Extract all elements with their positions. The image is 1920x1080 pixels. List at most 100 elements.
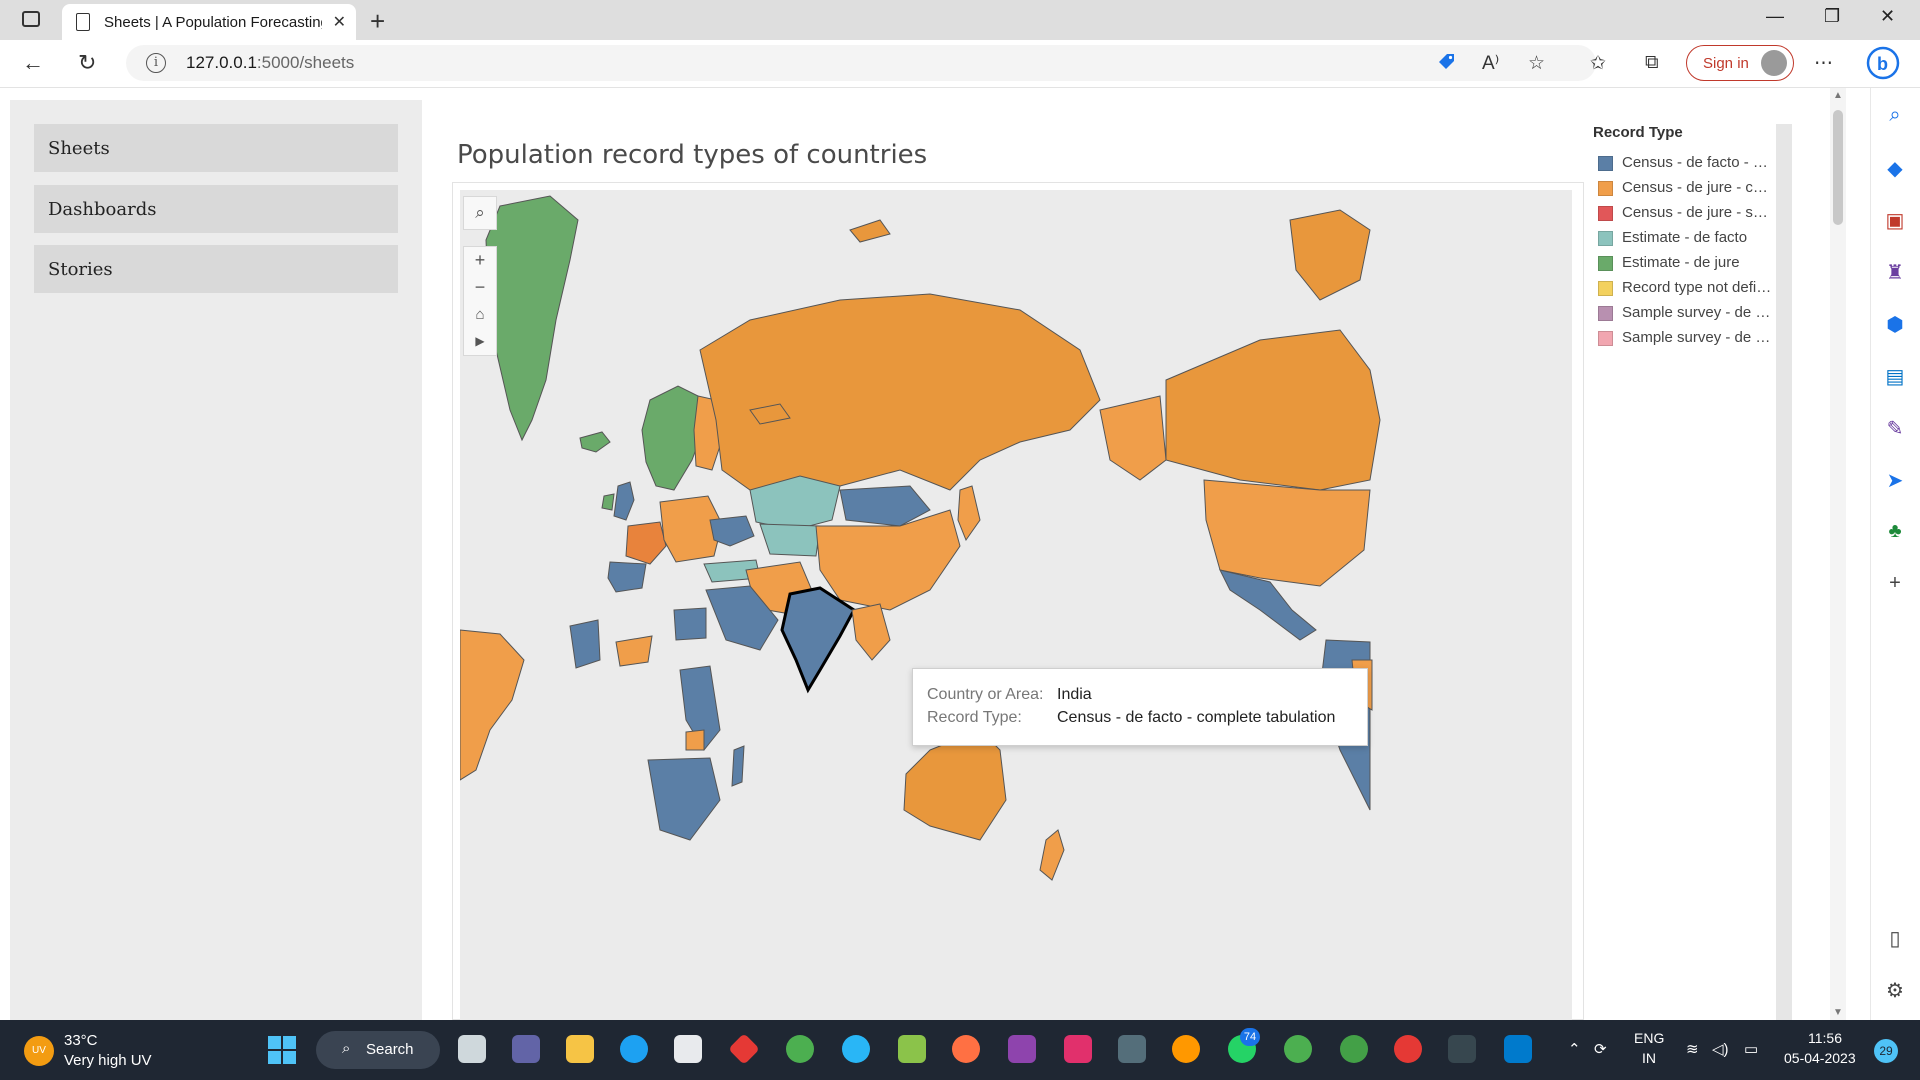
edge-icon[interactable] <box>620 1035 648 1063</box>
expand-toolbar-icon[interactable]: ▶ <box>464 328 496 355</box>
task-view-icon[interactable] <box>458 1035 486 1063</box>
notification-badge[interactable]: 29 <box>1874 1039 1898 1063</box>
chrome-profile-3-icon[interactable] <box>1394 1035 1422 1063</box>
close-window-icon[interactable]: ✕ <box>1880 6 1895 27</box>
favorites-icon[interactable]: ✩ <box>1590 52 1606 75</box>
more-menu-icon[interactable]: ⋯ <box>1814 52 1833 75</box>
games-icon[interactable]: ♜ <box>1873 260 1917 285</box>
nav-stories-button[interactable]: Stories <box>34 245 398 293</box>
clock-time[interactable]: 11:56 <box>1808 1030 1842 1046</box>
taskbar-search[interactable]: ⌕ Search <box>316 1031 440 1069</box>
battery-icon[interactable]: ▭ <box>1744 1040 1758 1058</box>
blender-icon[interactable] <box>952 1035 980 1063</box>
bing-chat-icon[interactable]: b <box>1866 46 1900 80</box>
restore-icon[interactable]: ❐ <box>1824 6 1840 27</box>
legend-label: Census - de facto - co... <box>1622 154 1772 171</box>
country-spain <box>607 561 647 593</box>
chrome-profile-2-icon[interactable] <box>1340 1035 1368 1063</box>
minimize-icon[interactable]: — <box>1766 6 1784 27</box>
store-icon[interactable] <box>674 1035 702 1063</box>
address-url[interactable]: 127.0.0.1:5000/sheets <box>186 53 354 73</box>
new-tab-icon[interactable]: + <box>370 6 385 37</box>
legend-label: Census - de jure - com... <box>1622 179 1772 196</box>
sync-icon[interactable]: ⟳ <box>1594 1040 1607 1058</box>
map-search-icon[interactable]: ⌕ <box>463 196 497 230</box>
tab-actions-icon[interactable] <box>22 11 40 27</box>
country-greenland <box>485 195 579 442</box>
python-idle-icon[interactable] <box>842 1035 870 1063</box>
add-sidebar-app-icon[interactable]: + <box>1873 572 1917 595</box>
browser-tab[interactable]: Sheets | A Population Forecasting ✕ <box>62 4 356 40</box>
read-aloud-icon[interactable]: A⁾ <box>1482 52 1499 75</box>
world-map[interactable] <box>460 190 1572 1020</box>
visual-studio-icon[interactable] <box>1008 1035 1036 1063</box>
chrome-profile-icon[interactable] <box>1284 1035 1312 1063</box>
sign-in-button[interactable]: Sign in <box>1686 45 1794 81</box>
back-icon[interactable]: ← <box>22 50 44 76</box>
legend-swatch <box>1598 306 1613 321</box>
refresh-icon[interactable]: ↻ <box>78 50 96 76</box>
address-bar[interactable]: i 127.0.0.1:5000/sheets <box>126 45 1596 81</box>
map-zoom-controls: + − ⌂ ▶ <box>463 246 497 356</box>
mysql-icon[interactable] <box>1448 1035 1476 1063</box>
home-icon[interactable]: ⌂ <box>464 301 496 328</box>
send-icon[interactable]: ➤ <box>1873 468 1917 493</box>
weather-desc[interactable]: Very high UV <box>64 1052 152 1069</box>
instagram-icon[interactable] <box>1064 1035 1092 1063</box>
page-scrollbar[interactable]: ▲ ▼ <box>1830 88 1846 1020</box>
microsoft-365-icon[interactable]: ⬢ <box>1873 312 1917 337</box>
weather-temp[interactable]: 33°C <box>64 1032 98 1049</box>
scroll-thumb[interactable] <box>1833 110 1843 225</box>
legend-label: Census - de jure - sam... <box>1622 204 1772 221</box>
region-alaska <box>1099 395 1167 481</box>
zoom-out-icon[interactable]: − <box>464 274 496 301</box>
chart-title: Population record types of countries <box>457 140 928 170</box>
vscode-icon[interactable] <box>1504 1035 1532 1063</box>
python-icon[interactable] <box>1118 1035 1146 1063</box>
shopping-icon[interactable]: ◆ <box>1873 156 1917 181</box>
tree-icon[interactable]: ♣ <box>1873 520 1917 543</box>
clock-date[interactable]: 05-04-2023 <box>1784 1050 1856 1066</box>
weather-badge[interactable]: UV <box>24 1036 54 1066</box>
windows-start-icon[interactable] <box>268 1036 298 1066</box>
designer-icon[interactable]: ✎ <box>1873 416 1917 441</box>
legend-label: Estimate - de facto <box>1622 229 1748 246</box>
nav-sheets-button[interactable]: Sheets <box>34 124 398 172</box>
country-india <box>780 586 856 694</box>
excel-tool-icon[interactable] <box>898 1035 926 1063</box>
zoom-in-icon[interactable]: + <box>464 247 496 274</box>
teams-icon[interactable] <box>512 1035 540 1063</box>
avatar <box>1761 50 1787 76</box>
add-favorite-icon[interactable]: ☆ <box>1528 52 1545 75</box>
volume-icon[interactable]: ◁) <box>1712 1040 1729 1058</box>
country-australia <box>903 729 1007 841</box>
legend-scroll-track[interactable] <box>1776 124 1792 1020</box>
scroll-down-icon[interactable]: ▼ <box>1833 1007 1843 1018</box>
legend-swatch <box>1598 281 1613 296</box>
nav-dashboards-button[interactable]: Dashboards <box>34 185 398 233</box>
scroll-up-icon[interactable]: ▲ <box>1833 90 1843 101</box>
chrome-icon[interactable] <box>786 1035 814 1063</box>
region-central-asia <box>759 523 821 557</box>
wifi-icon[interactable]: ≋ <box>1686 1040 1699 1058</box>
outlook-icon[interactable]: ▤ <box>1873 364 1917 389</box>
tray-chevron-icon[interactable]: ⌃ <box>1568 1040 1581 1058</box>
country-mongolia <box>839 485 931 527</box>
language-secondary[interactable]: IN <box>1642 1050 1656 1066</box>
site-info-icon[interactable]: i <box>146 53 166 73</box>
country-france <box>625 521 667 565</box>
tooltip-record-key: Record Type: <box>927 709 1022 726</box>
tab-title: Sheets | A Population Forecasting <box>104 14 322 31</box>
hide-sidebar-icon[interactable]: ▯ <box>1873 926 1917 951</box>
region-west-africa <box>569 619 601 669</box>
region-north-africa <box>673 607 707 641</box>
close-tab-icon[interactable]: ✕ <box>333 12 346 32</box>
settings-icon[interactable]: ⚙ <box>1873 978 1917 1003</box>
language-primary[interactable]: ENG <box>1634 1030 1664 1046</box>
collections-icon[interactable]: ⧉ <box>1645 52 1659 74</box>
search-icon[interactable]: ⌕ <box>1873 104 1917 127</box>
shopping-tag-icon[interactable] <box>1436 52 1456 74</box>
file-explorer-icon[interactable] <box>566 1035 594 1063</box>
tools-icon[interactable]: ▣ <box>1873 208 1917 233</box>
firefox-icon[interactable] <box>1172 1035 1200 1063</box>
